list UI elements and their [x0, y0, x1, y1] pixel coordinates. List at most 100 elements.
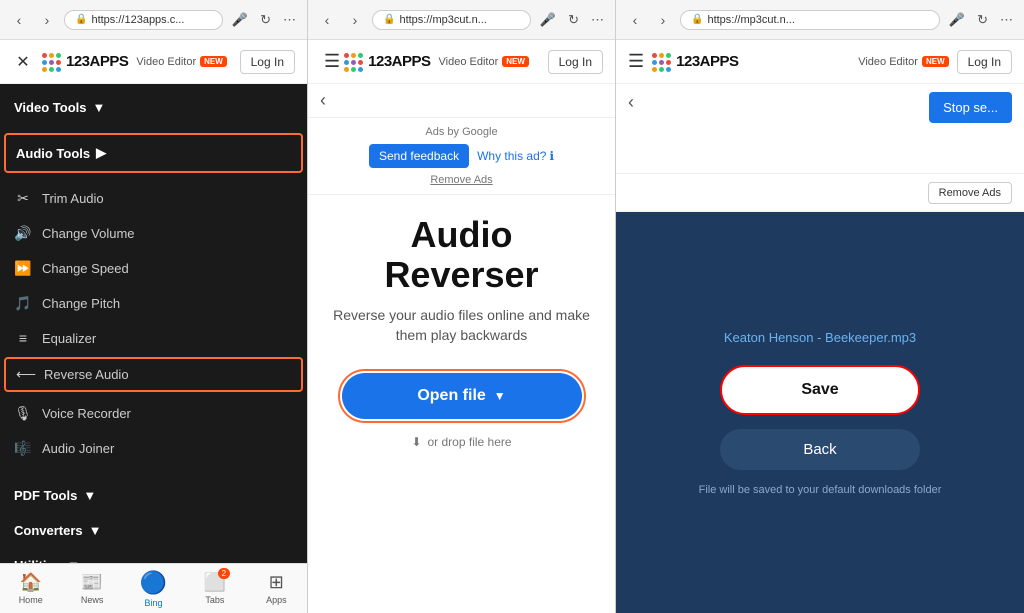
bing-label: Bing — [145, 598, 163, 608]
logo-dot-2-7 — [344, 67, 349, 72]
back-button-3[interactable]: ‹ — [624, 9, 646, 31]
mic-icon-2[interactable]: 🎤 — [537, 10, 559, 30]
login-button-2[interactable]: Log In — [548, 50, 603, 74]
sidebar-item-reverse-audio[interactable]: ⟵ Reverse Audio ↓ — [4, 357, 303, 392]
login-button-1[interactable]: Log In — [240, 50, 295, 74]
sidebar-item-audio-joiner[interactable]: 🎼 Audio Joiner — [0, 431, 307, 466]
sidebar-item-video-tools[interactable]: Video Tools ▼ — [0, 90, 307, 125]
drop-area[interactable]: ⬇ or drop file here — [324, 435, 599, 449]
back-button-dark-3[interactable]: Back — [720, 429, 920, 470]
logo-dot-9 — [56, 67, 61, 72]
close-button-1[interactable]: ✕ — [12, 51, 34, 73]
ad-buttons-area: Send feedback Why this ad? ℹ — [320, 144, 603, 168]
bottom-nav-apps[interactable]: ⊞ Apps — [246, 564, 307, 613]
volume-icon: 🔊 — [14, 225, 32, 242]
main-title-2: Audio Reverser — [324, 215, 599, 294]
sidebar-item-pdf-tools[interactable]: PDF Tools ▼ — [0, 478, 307, 513]
logo-dot-2-8 — [351, 67, 356, 72]
login-button-3[interactable]: Log In — [957, 50, 1012, 74]
browser-bar-1: ‹ › 🔒 https://123apps.c... 🎤 ↻ ⋯ — [0, 0, 307, 40]
tabs-label: Tabs — [205, 595, 224, 605]
app-header-2: ☰ 123APPS Video Editor NEW Log In — [308, 40, 615, 84]
bottom-nav-tabs[interactable]: ⬜ 2 Tabs — [184, 564, 245, 613]
why-ad-button[interactable]: Why this ad? ℹ — [477, 149, 554, 163]
speed-icon: ⏩ — [14, 260, 32, 277]
sidebar-item-trim-audio[interactable]: ✂ Trim Audio — [0, 181, 307, 216]
main-content-2: Audio Reverser Reverse your audio files … — [308, 195, 615, 613]
new-badge-3: NEW — [922, 56, 949, 67]
logo-text-2: 123APPS — [368, 53, 430, 70]
open-file-button[interactable]: Open file ▼ — [342, 373, 582, 419]
address-bar-1[interactable]: 🔒 https://123apps.c... — [64, 10, 223, 30]
bottom-nav-news[interactable]: 📰 News — [61, 564, 122, 613]
refresh-icon-1[interactable]: ↻ — [257, 10, 274, 30]
remove-ads-button-3[interactable]: Remove Ads — [928, 182, 1012, 204]
nav-section-audio-items: ✂ Trim Audio 🔊 Change Volume ⏩ Change Sp… — [0, 175, 307, 472]
back-button-1[interactable]: ‹ — [8, 9, 30, 31]
logo-dots-2 — [344, 53, 362, 71]
url-text-2: https://mp3cut.n... — [399, 14, 486, 26]
refresh-icon-2[interactable]: ↻ — [565, 10, 582, 30]
mic-icon-3[interactable]: 🎤 — [946, 10, 968, 30]
home-label: Home — [19, 595, 43, 605]
send-feedback-button[interactable]: Send feedback — [369, 144, 469, 168]
new-badge-2: NEW — [502, 56, 529, 67]
mic-icon-1[interactable]: 🎤 — [229, 10, 251, 30]
logo-area-3: 123APPS — [652, 53, 738, 71]
more-icon-1[interactable]: ⋯ — [280, 10, 299, 30]
sidebar-item-change-volume[interactable]: 🔊 Change Volume — [0, 216, 307, 251]
equalizer-label: Equalizer — [42, 331, 96, 346]
sidebar-item-voice-recorder[interactable]: 🎙 Voice Recorder — [0, 396, 307, 431]
save-button-3[interactable]: Save — [720, 365, 920, 415]
hamburger-menu-2[interactable]: ☰ — [320, 49, 344, 74]
converters-label: Converters — [14, 523, 83, 538]
refresh-icon-3[interactable]: ↻ — [974, 10, 991, 30]
address-bar-2[interactable]: 🔒 https://mp3cut.n... — [372, 10, 531, 30]
remove-ads-link-2[interactable]: Remove Ads — [320, 174, 603, 186]
forward-button-3[interactable]: › — [652, 9, 674, 31]
bottom-nav-home[interactable]: 🏠 Home — [0, 564, 61, 613]
more-icon-2[interactable]: ⋯ — [588, 10, 607, 30]
stop-search-button[interactable]: Stop se... — [929, 92, 1012, 123]
change-pitch-label: Change Pitch — [42, 296, 120, 311]
logo-dot-2-1 — [344, 53, 349, 58]
address-bar-3[interactable]: 🔒 https://mp3cut.n... — [680, 10, 940, 30]
video-editor-label-1: Video Editor — [136, 56, 196, 68]
reverse-audio-label: Reverse Audio — [44, 367, 129, 382]
sidebar-item-utilities[interactable]: Utilities ▼ — [0, 548, 307, 563]
p3-dark-section: Keaton Henson - Beekeeper.mp3 Save Back … — [616, 212, 1024, 613]
p3-top-area: ‹ Stop se... — [616, 84, 1024, 174]
forward-button-1[interactable]: › — [36, 9, 58, 31]
open-file-btn-wrap: Open file ▼ — [338, 369, 586, 423]
video-tools-label: Video Tools — [14, 100, 86, 115]
save-note-label: File will be saved to your default downl… — [699, 484, 942, 496]
tabs-icon-wrap: ⬜ 2 — [204, 572, 226, 593]
logo-text-1: 123APPS — [66, 53, 128, 70]
sidebar-item-audio-tools[interactable]: Audio Tools ▶ — [6, 135, 301, 171]
back-button-2[interactable]: ‹ — [316, 9, 338, 31]
main-subtitle-2: Reverse your audio files online and make… — [324, 306, 599, 345]
sidebar-item-converters[interactable]: Converters ▼ — [0, 513, 307, 548]
hamburger-menu-3[interactable]: ☰ — [628, 51, 644, 72]
app-header-3: ☰ 123APPS Video Editor NEW Log In — [616, 40, 1024, 84]
pdf-tools-label: PDF Tools — [14, 488, 77, 503]
open-file-chevron-icon: ▼ — [494, 389, 506, 403]
logo-dot-3-2 — [659, 53, 664, 58]
sidebar-item-change-speed[interactable]: ⏩ Change Speed — [0, 251, 307, 286]
sidebar-item-change-pitch[interactable]: 🎵 Change Pitch — [0, 286, 307, 321]
logo-dot-5 — [49, 60, 54, 65]
back-nav-2[interactable]: ‹ — [308, 84, 615, 118]
sidebar-item-equalizer[interactable]: ≡ Equalizer — [0, 321, 307, 355]
title-line1: Audio — [411, 214, 513, 255]
bottom-nav-bing[interactable]: 🔵 Bing — [123, 564, 184, 613]
logo-dots-3 — [652, 53, 670, 71]
p3-toolbar: Remove Ads — [616, 174, 1024, 212]
browser-bar-3: ‹ › 🔒 https://mp3cut.n... 🎤 ↻ ⋯ — [616, 0, 1024, 40]
logo-dot-3-3 — [666, 53, 671, 58]
mic-nav-icon: 🎙 — [14, 405, 32, 422]
forward-button-2[interactable]: › — [344, 9, 366, 31]
more-icon-3[interactable]: ⋯ — [997, 10, 1016, 30]
logo-dot-3-6 — [666, 60, 671, 65]
audio-joiner-label: Audio Joiner — [42, 441, 114, 456]
chevron-down-icon-converters: ▼ — [89, 523, 102, 538]
